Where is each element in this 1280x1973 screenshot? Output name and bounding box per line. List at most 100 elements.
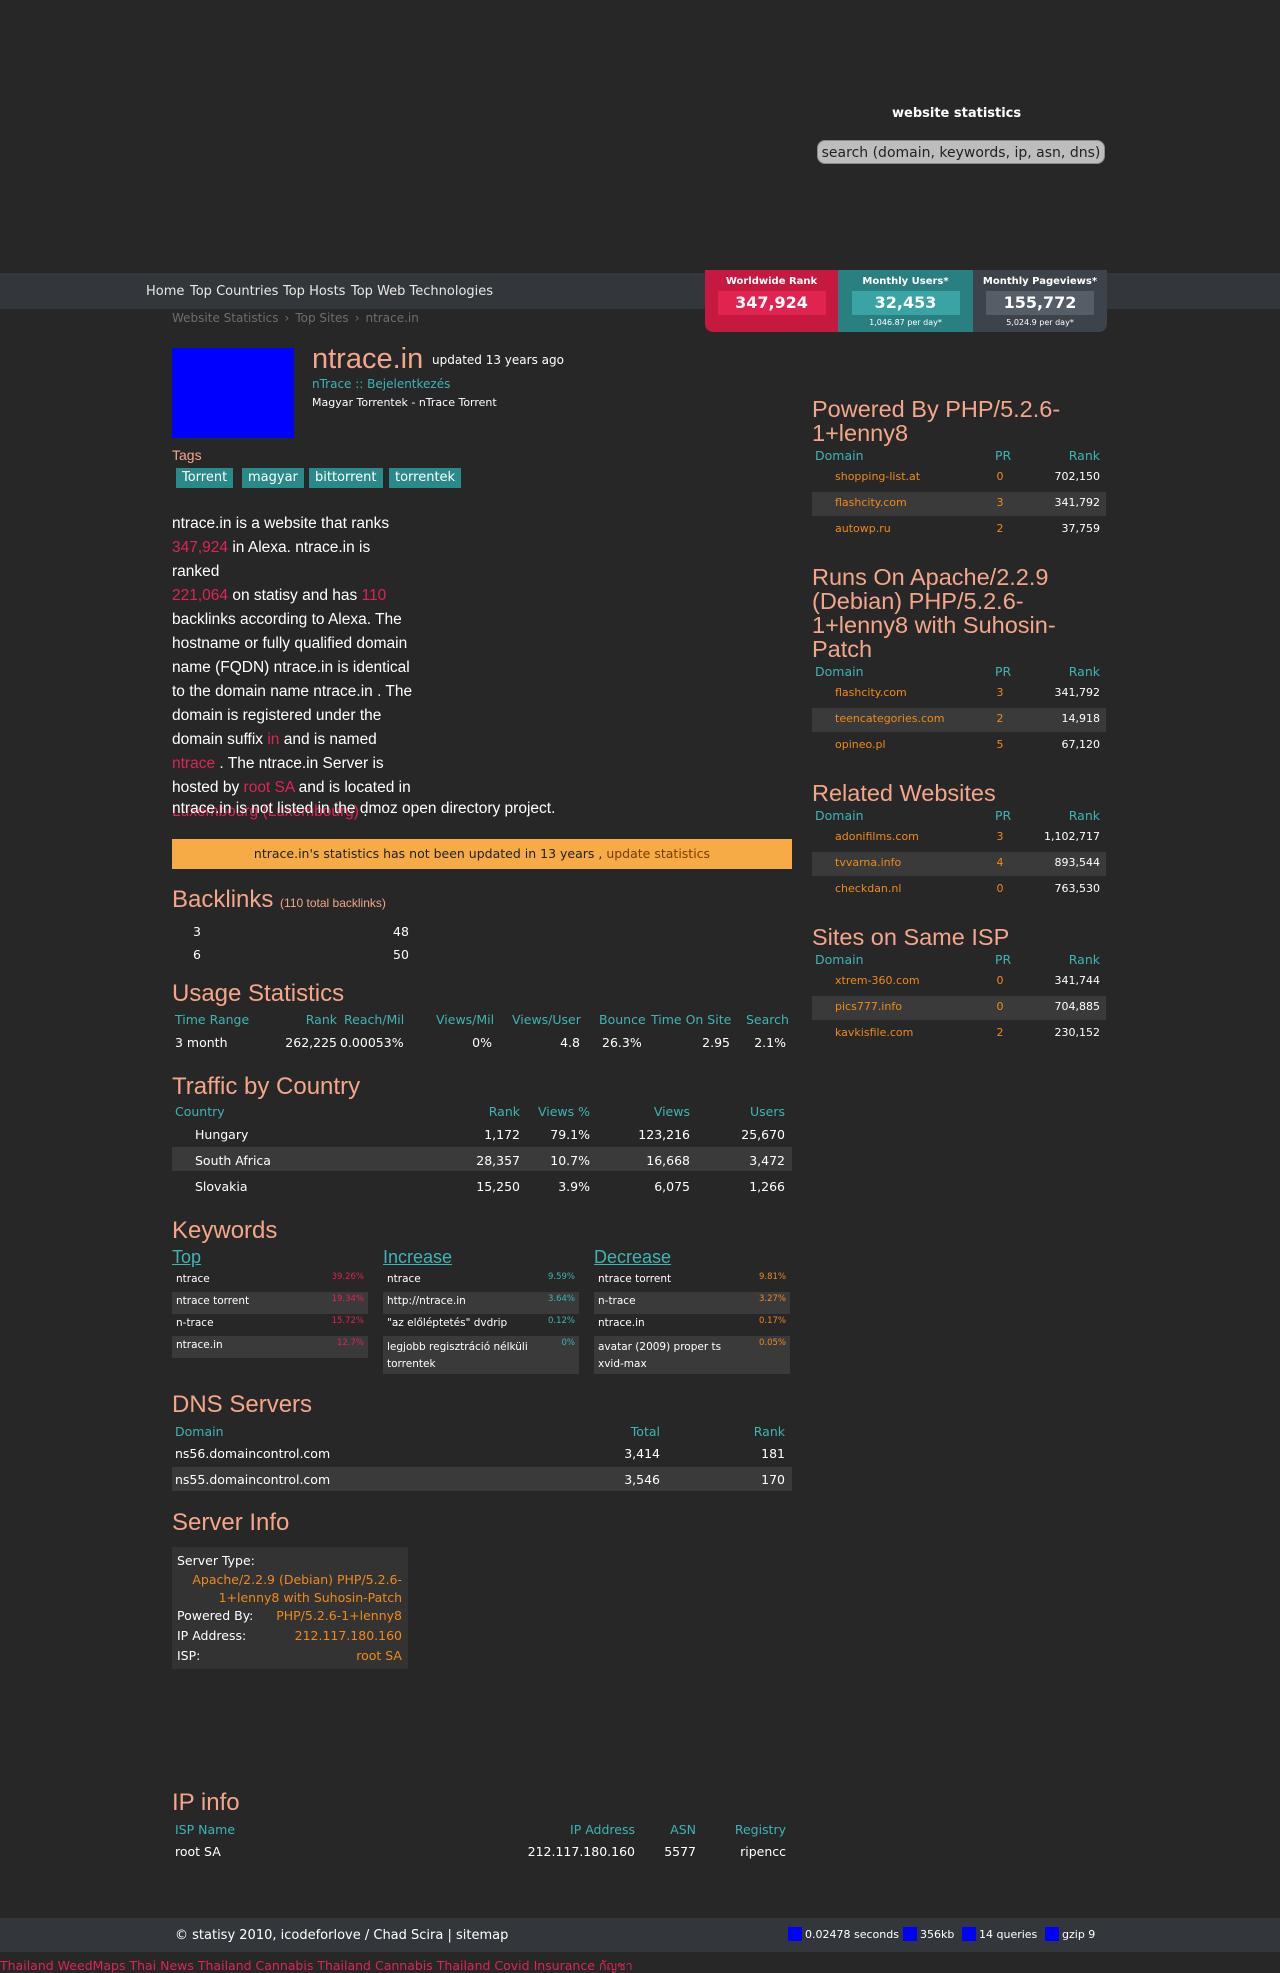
rank-value: 702,150 xyxy=(1054,470,1101,483)
breadcrumb-top-sites[interactable]: Top Sites xyxy=(295,311,348,325)
search-input[interactable]: search (domain, keywords, ip, asn, dns) xyxy=(817,140,1105,164)
country-link-south-africa[interactable]: South Africa xyxy=(195,1153,271,1168)
asn-link[interactable]: 5577 xyxy=(650,1844,696,1859)
keyword-row[interactable]: avatar (2009) proper ts xvid-max 0.05% xyxy=(594,1336,790,1374)
nav-top-countries[interactable]: Top Countries xyxy=(190,284,278,299)
isp-link[interactable]: root SA xyxy=(260,1648,402,1663)
sidebar-domain-link[interactable]: checkdan.nl xyxy=(835,882,901,895)
update-notice: ntrace.in's statistics has not been upda… xyxy=(172,839,792,869)
breadcrumb-website-statistics[interactable]: Website Statistics xyxy=(172,311,279,325)
sidebar-domain-link[interactable]: pics777.info xyxy=(835,1000,902,1013)
keywords-increase-link[interactable]: Increase xyxy=(383,1247,452,1268)
rank-value: 341,744 xyxy=(1054,974,1101,987)
keyword-row[interactable]: n-trace 3.27% xyxy=(594,1292,790,1314)
keyword-row[interactable]: n-trace 15.72% xyxy=(172,1314,368,1336)
keyword-row[interactable]: http://ntrace.in 3.64% xyxy=(383,1292,579,1314)
usage-cell: 26.3% xyxy=(602,1035,642,1050)
sidebar-domain-link[interactable]: kavkisfile.com xyxy=(835,1026,913,1039)
suffix-link[interactable]: in xyxy=(267,731,279,748)
keywords-decrease-link[interactable]: Decrease xyxy=(594,1247,671,1268)
sidebar-section-title: Sites on Same ISP xyxy=(812,924,1010,950)
worldwide-rank-box: Worldwide Rank 347,924 xyxy=(705,270,838,332)
site-name: ntrace.in xyxy=(312,343,424,375)
square-icon xyxy=(962,1927,976,1941)
worldwide-rank-link[interactable]: 347,924 xyxy=(172,539,228,556)
pagerank-value: 4 xyxy=(996,856,1004,869)
square-icon xyxy=(903,1927,917,1941)
ip-address-link[interactable]: 212.117.180.160 xyxy=(520,1844,635,1859)
breadcrumb-current: ntrace.in xyxy=(365,311,419,325)
country-link-hungary[interactable]: Hungary xyxy=(195,1127,248,1142)
server-type-link[interactable]: Apache/2.2.9 (Debian) PHP/5.2.6-1+lenny8… xyxy=(180,1571,402,1607)
backlinks-link[interactable]: 110 xyxy=(362,587,387,604)
sidebar-domain-link[interactable]: xtrem-360.com xyxy=(835,974,920,987)
sidebar-domain-link[interactable]: shopping-list.at xyxy=(835,470,920,483)
rank-value: 37,759 xyxy=(1061,522,1101,535)
keyword-row[interactable]: ntrace torrent 9.81% xyxy=(594,1270,790,1292)
host-link[interactable]: root SA xyxy=(244,779,295,796)
monthly-pageviews-box: Monthly Pageviews* 155,772 5,024.9 per d… xyxy=(973,270,1107,332)
traffic-cell: 16,668 xyxy=(646,1153,690,1168)
nav-top-hosts[interactable]: Top Hosts xyxy=(283,284,345,299)
nav-top-web-technologies[interactable]: Top Web Technologies xyxy=(351,284,493,299)
sidebar-domain-link[interactable]: flashcity.com xyxy=(835,686,907,699)
dns-link[interactable]: ns55.domaincontrol.com xyxy=(175,1472,330,1487)
usage-cell: 2.1% xyxy=(754,1035,786,1050)
powered-by-link[interactable]: PHP/5.2.6-1+lenny8 xyxy=(260,1608,402,1623)
rank-value: 893,544 xyxy=(1054,856,1101,869)
keywords-title: Keywords xyxy=(172,1217,278,1244)
keyword-row[interactable]: ntrace 39.26% xyxy=(172,1270,368,1292)
backlinks-title: Backlinks (110 total backlinks) xyxy=(172,886,386,913)
stat-label: Monthly Pageviews* xyxy=(982,276,1098,287)
keyword-row[interactable]: legjobb regisztráció nélküli torrentek 0% xyxy=(383,1336,579,1374)
statisy-rank-link[interactable]: 221,064 xyxy=(172,587,228,604)
update-statistics-link[interactable]: update statistics xyxy=(606,846,710,861)
backlinks-total: (110 total backlinks) xyxy=(280,896,386,910)
col-header: ISP Name xyxy=(175,1822,236,1837)
sidebar-domain-link[interactable]: opineo.pl xyxy=(835,738,886,751)
col-header: PR xyxy=(995,448,1012,463)
tag-torrent[interactable]: Torrent xyxy=(176,468,234,488)
breadcrumb: Website Statistics › Top Sites › ntrace.in xyxy=(172,311,419,325)
col-header: Domain xyxy=(815,664,864,679)
name-link[interactable]: ntrace xyxy=(172,755,215,772)
usage-cell: 262,225 xyxy=(285,1035,337,1050)
keyword-row[interactable]: ntrace 9.59% xyxy=(383,1270,579,1292)
tag-magyar[interactable]: magyar xyxy=(242,468,304,488)
sidebar-domain-link[interactable]: adonifilms.com xyxy=(835,830,919,843)
dns-cell: 170 xyxy=(761,1472,785,1487)
sidebar-domain-link[interactable]: autowp.ru xyxy=(835,522,891,535)
pagerank-value: 2 xyxy=(996,1026,1004,1039)
tag-torrentek[interactable]: torrentek xyxy=(389,468,462,488)
col-header: Domain xyxy=(815,808,864,823)
sidebar-domain-link[interactable]: tvvarna.info xyxy=(835,856,901,869)
rank-value: 341,792 xyxy=(1054,686,1101,699)
site-thumbnail[interactable] xyxy=(172,348,294,438)
usage-cell: 2.95 xyxy=(702,1035,730,1050)
country-link-slovakia[interactable]: Slovakia xyxy=(195,1179,247,1194)
keyword-row[interactable]: ntrace.in 0.17% xyxy=(594,1314,790,1336)
traffic-cell: 1,266 xyxy=(749,1179,785,1194)
dns-link[interactable]: ns56.domaincontrol.com xyxy=(175,1446,330,1461)
col-header: Domain xyxy=(815,952,864,967)
footer-text[interactable]: © statisy 2010, icodeforlove / Chad Scir… xyxy=(175,1928,508,1943)
stat-sub: 1,046.87 per day* xyxy=(869,318,942,327)
pagerank-value: 3 xyxy=(996,830,1004,843)
keyword-row[interactable]: "az előléptetés" dvdrip 0.12% xyxy=(383,1314,579,1336)
sidebar-domain-link[interactable]: teencategories.com xyxy=(835,712,944,725)
registry-link[interactable]: ripencc xyxy=(710,1844,786,1859)
backlink-cell: 6 xyxy=(193,947,201,962)
nav-home[interactable]: Home xyxy=(146,284,184,299)
isp-name-link[interactable]: root SA xyxy=(175,1844,221,1859)
sidebar-domain-link[interactable]: flashcity.com xyxy=(835,496,907,509)
col-header: Time Range xyxy=(175,1012,250,1027)
keyword-row[interactable]: ntrace torrent 19.34% xyxy=(172,1292,368,1314)
rank-value: 230,152 xyxy=(1054,1026,1101,1039)
keyword-row[interactable]: ntrace.in 12.7% xyxy=(172,1336,368,1358)
keywords-top-link[interactable]: Top xyxy=(172,1247,201,1268)
col-header: Search xyxy=(746,1012,789,1027)
ip-address-link[interactable]: 212.117.180.160 xyxy=(260,1628,402,1643)
tag-bittorrent[interactable]: bittorrent xyxy=(309,468,383,488)
footer-ticker[interactable]: Thailand WeedMaps Thai News Thailand Can… xyxy=(0,1956,633,1973)
traffic-cell: 123,216 xyxy=(638,1127,690,1142)
